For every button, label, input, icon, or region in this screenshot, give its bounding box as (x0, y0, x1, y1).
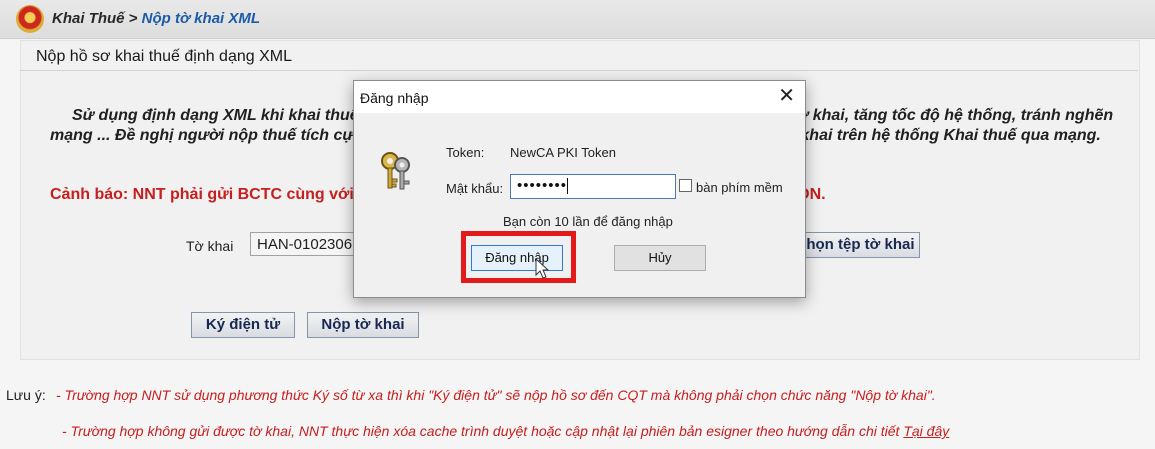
cancel-button[interactable]: Hủy (614, 245, 706, 271)
token-value: NewCA PKI Token (510, 145, 616, 160)
dialog-title: Đăng nhập (360, 90, 429, 106)
password-mask: •••••••• (517, 177, 568, 194)
token-label: Token: (446, 145, 485, 160)
keys-icon (381, 152, 410, 190)
login-dialog: Đăng nhập ✕ Token: NewCA PKI Token Mật k… (353, 80, 806, 298)
virtual-keyboard-checkbox[interactable] (679, 179, 692, 192)
highlight-box (461, 231, 576, 283)
dialog-titlebar: Đăng nhập ✕ (354, 81, 805, 113)
virtual-keyboard-label[interactable]: bàn phím mềm (696, 180, 783, 195)
close-icon[interactable]: ✕ (778, 85, 795, 107)
attempts-text: Bạn còn 10 lần để đăng nhập (503, 214, 673, 229)
mouse-pointer-icon (535, 258, 549, 279)
password-label: Mật khẩu: (446, 181, 504, 196)
password-input[interactable]: •••••••• (510, 174, 676, 199)
